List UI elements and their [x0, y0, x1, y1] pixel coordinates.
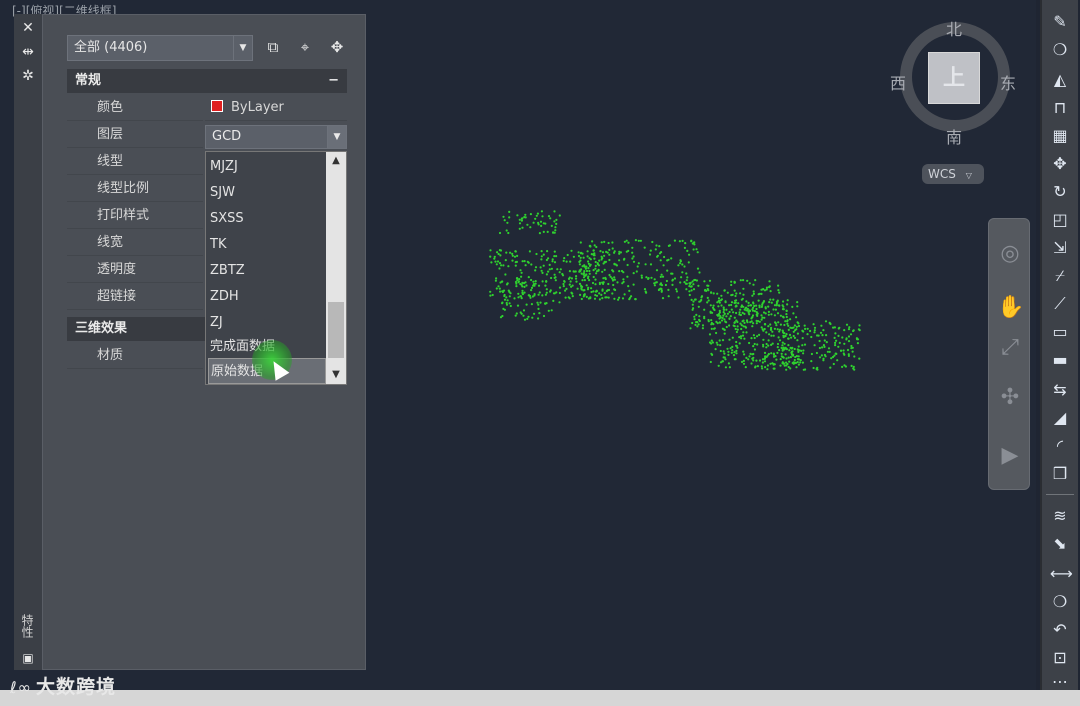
section-3d-title: 三维效果 [75, 321, 128, 336]
stretch-icon[interactable]: ⇲ [1050, 238, 1070, 258]
toolbar-separator [1046, 494, 1074, 495]
quick-select-icon[interactable]: ✥ [327, 37, 347, 57]
color-swatch [211, 100, 223, 112]
wcs-label: WCS [928, 167, 956, 181]
fillet-icon[interactable]: ◜ [1050, 436, 1070, 456]
prop-name: 线型比例 [67, 176, 203, 202]
modify-toolbar: ✎ ❍ ◭ ⊓ ▦ ✥ ↻ ◰ ⇲ ⌿ ⟋ ▭ ▬ ⇆ ◢ ◜ ❒ ≋ ⬊ ⟷ … [1040, 0, 1078, 692]
extend-icon[interactable]: ⟋ [1050, 294, 1070, 314]
compass-south[interactable]: 南 [946, 124, 962, 148]
copy-icon[interactable]: ❍ [1050, 40, 1070, 60]
prop-name: 图层 [67, 122, 203, 148]
palette-title: 特性 [20, 614, 34, 638]
dropdown-item[interactable]: SXSS [208, 206, 328, 232]
trim-icon[interactable]: ⌿ [1050, 266, 1070, 286]
join-icon[interactable]: ⇆ [1050, 380, 1070, 400]
selection-filter-value: 全部 (4406) [74, 40, 148, 55]
dropdown-item[interactable]: ZDH [208, 284, 328, 310]
prop-name: 超链接 [67, 284, 203, 310]
zoom-extents-icon[interactable]: ⤢ [997, 335, 1023, 361]
compass-west[interactable]: 西 [890, 70, 906, 94]
showmotion-icon[interactable]: ▶ [997, 443, 1023, 469]
mirror-icon[interactable]: ◭ [1050, 70, 1070, 90]
scroll-thumb[interactable] [328, 302, 344, 358]
explode-icon[interactable]: ❒ [1050, 464, 1070, 484]
select-objects-icon[interactable]: ⌖ [295, 37, 315, 57]
settings-icon[interactable]: ✲ [20, 68, 36, 84]
pan-hand-icon[interactable]: ✋ [997, 295, 1024, 321]
collapse-icon[interactable]: − [328, 69, 339, 93]
close-icon[interactable]: ✕ [20, 20, 36, 36]
palette-title-strip: ✕ ⇹ ✲ 特性 ▣ [14, 14, 43, 670]
section-general-title: 常规 [75, 73, 102, 88]
dropdown-item[interactable]: SJW [208, 180, 328, 206]
properties-palette: 全部 (4406) ▼ ⧉ ⌖ ✥ 常规 − 颜色 ByLayer 图层 线型 … [42, 14, 366, 670]
prop-name: 透明度 [67, 257, 203, 283]
chevron-down-icon: ▼ [233, 36, 252, 60]
undo-icon[interactable]: ↶ [1050, 620, 1070, 640]
scale-icon[interactable]: ◰ [1050, 210, 1070, 230]
dimension-icon[interactable]: ⟷ [1050, 564, 1073, 584]
prop-row-color[interactable]: 颜色 ByLayer [67, 95, 347, 122]
status-strip [0, 690, 1080, 706]
viewcube-top-face[interactable]: 上 [928, 52, 980, 104]
move-icon[interactable]: ✥ [1050, 154, 1070, 174]
layer-select-value: GCD [212, 129, 242, 144]
array-icon[interactable]: ▦ [1050, 126, 1070, 146]
more-tools-icon[interactable]: ⋯ [1050, 672, 1070, 692]
watermark-text: 大数跨境 [35, 676, 116, 698]
autohide-icon[interactable]: ⇹ [20, 44, 36, 60]
prop-name: 材质 [67, 343, 203, 369]
toggle-pickadd-icon[interactable]: ⧉ [263, 37, 283, 57]
prop-name: 线型 [67, 149, 203, 175]
compass-east[interactable]: 东 [1000, 70, 1016, 94]
chevron-down-icon: ▽ [965, 171, 972, 180]
layer-properties-icon[interactable]: ≋ [1050, 506, 1070, 526]
dropdown-item[interactable]: MJZJ [208, 154, 328, 180]
scroll-down-icon[interactable]: ▼ [326, 366, 346, 384]
prop-name: 线宽 [67, 230, 203, 256]
layer-select[interactable]: GCD ▼ [205, 125, 347, 149]
watermark-logo: ℓ∞ [10, 678, 32, 697]
chevron-down-icon[interactable]: ▼ [327, 126, 346, 148]
orbit-icon[interactable]: ✣ [997, 385, 1023, 411]
match-properties-icon[interactable]: ⬊ [1050, 534, 1070, 554]
dropdown-item[interactable]: ZBTZ [208, 258, 328, 284]
chamfer-icon[interactable]: ◢ [1050, 408, 1070, 428]
palette-menu-icon[interactable]: ▣ [20, 650, 36, 666]
group-icon[interactable]: ❍ [1050, 592, 1070, 612]
steering-wheel-icon[interactable]: ◎ [997, 241, 1023, 267]
offset-icon[interactable]: ⊓ [1050, 98, 1070, 118]
prop-value-color[interactable]: ByLayer [205, 95, 347, 121]
scroll-up-icon[interactable]: ▲ [326, 152, 346, 170]
compass-north[interactable]: 北 [946, 16, 962, 40]
prop-name: 颜色 [67, 95, 203, 121]
dropdown-scrollbar[interactable]: ▲ ▼ [326, 152, 346, 384]
break-icon[interactable]: ▬ [1050, 350, 1070, 370]
break-at-point-icon[interactable]: ▭ [1050, 322, 1070, 342]
wcs-menu[interactable]: WCS ▽ [922, 164, 984, 184]
zoom-window-icon[interactable]: ⊡ [1050, 648, 1070, 668]
dropdown-item[interactable]: TK [208, 232, 328, 258]
navigation-bar: ◎ ✋ ⤢ ✣ ▶ [988, 218, 1030, 490]
erase-icon[interactable]: ✎ [1050, 12, 1070, 32]
dropdown-item[interactable]: ZJ [208, 310, 328, 336]
watermark: ℓ∞ 大数跨境 [10, 672, 116, 699]
rotate-icon[interactable]: ↻ [1050, 182, 1070, 202]
section-general[interactable]: 常规 − [67, 69, 347, 93]
prop-name: 打印样式 [67, 203, 203, 229]
selection-filter-select[interactable]: 全部 (4406) ▼ [67, 35, 253, 61]
prop-value-color-text: ByLayer [231, 100, 284, 115]
